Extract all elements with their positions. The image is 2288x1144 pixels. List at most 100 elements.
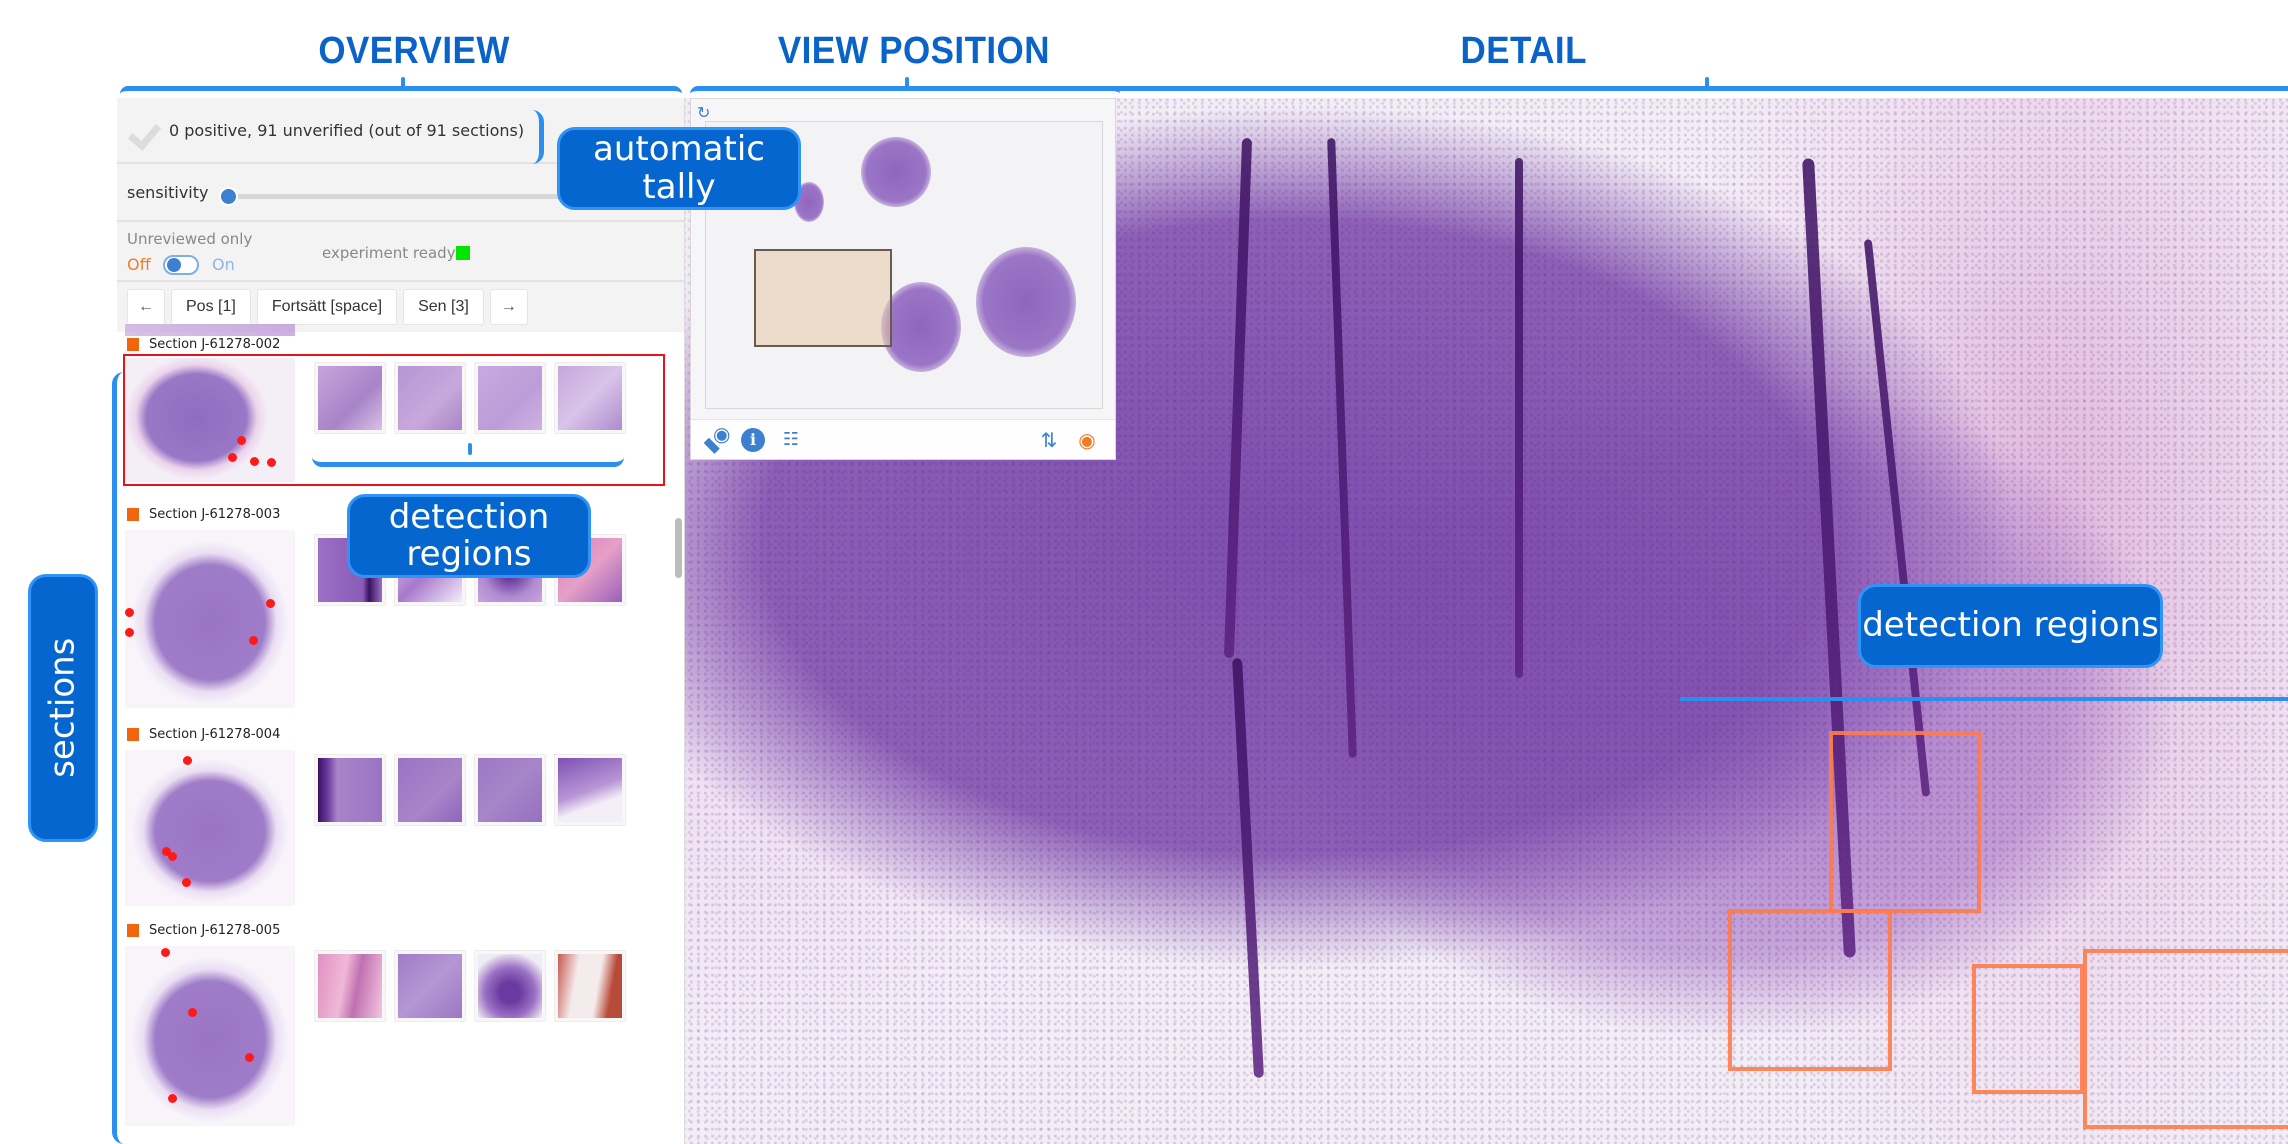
patches-brace	[312, 443, 624, 467]
next-button[interactable]: →	[489, 289, 528, 325]
overview-label: OVERVIEW	[318, 30, 510, 72]
flag-icon	[127, 923, 139, 937]
callout-text: automatic	[593, 129, 765, 170]
callout-text: detection	[388, 496, 550, 537]
detection-regions-line	[1680, 697, 2288, 701]
marker-dot	[267, 458, 276, 467]
detection-patch[interactable]	[395, 755, 465, 825]
sections-brace	[112, 372, 124, 1144]
callout-text: sections	[42, 637, 83, 779]
detection-regions-sidebar-callout: detection regions	[347, 494, 591, 578]
section-title: Section J-61278-003	[149, 506, 281, 522]
detection-patch[interactable]	[315, 755, 385, 825]
marker-dot	[182, 878, 191, 887]
marker-dot	[125, 628, 134, 637]
detection-patch[interactable]	[315, 363, 385, 433]
detection-patches	[315, 951, 625, 1021]
marker-dot	[168, 1094, 177, 1103]
continue-button[interactable]: Fortsätt [space]	[256, 289, 398, 325]
detail-label: DETAIL	[1460, 30, 1587, 72]
detection-patch[interactable]	[555, 363, 625, 433]
section-item[interactable]: Section J-61278-002	[117, 334, 677, 504]
rotate-icon[interactable]: ↻	[697, 103, 710, 122]
detection-region-box[interactable]	[1972, 964, 2084, 1094]
section-thumbnail[interactable]	[125, 530, 295, 708]
sensitivity-label: sensitivity	[127, 182, 209, 202]
callout-text: detection regions	[1862, 605, 2159, 646]
detection-patch[interactable]	[475, 755, 545, 825]
section-thumbnail[interactable]	[125, 358, 295, 482]
tissue-section	[861, 137, 931, 207]
detection-patch[interactable]	[475, 951, 545, 1021]
detection-patch[interactable]	[555, 951, 625, 1021]
section-thumbnail[interactable]	[125, 750, 295, 906]
overview-panel: 0 positive, 91 unverified (out of 91 sec…	[117, 98, 685, 1144]
section-item[interactable]: Section J-61278-005	[117, 920, 677, 1126]
marker-dot	[168, 852, 177, 861]
callout-text: tally	[642, 166, 716, 207]
detection-region-box[interactable]	[2083, 949, 2288, 1129]
later-button[interactable]: Sen [3]	[403, 289, 484, 325]
experiment-status: experiment ready	[322, 244, 470, 262]
sidebar-scrollbar[interactable]	[675, 518, 682, 578]
callout-text: regions	[406, 534, 532, 574]
detection-patch[interactable]	[315, 951, 385, 1021]
check-icon	[129, 115, 159, 145]
marker-dot	[250, 457, 259, 466]
flip-icon[interactable]: ⇅	[1037, 428, 1061, 452]
detection-regions-detail-callout: detection regions	[1858, 584, 2163, 668]
unreviewed-only-toggle[interactable]	[163, 255, 199, 275]
overview-brace	[120, 77, 682, 94]
info-icon[interactable]: i	[741, 428, 765, 452]
marker-dot	[183, 756, 192, 765]
marker-dot	[245, 1053, 254, 1062]
settings-sliders-icon[interactable]: ☷	[779, 428, 803, 452]
current-view-rectangle[interactable]	[754, 249, 892, 347]
section-title: Section J-61278-005	[149, 922, 281, 938]
view-position-label: VIEW POSITION	[777, 30, 1050, 72]
section-header: Section J-61278-005	[117, 920, 677, 940]
marker-dot	[237, 436, 246, 445]
marker-dot	[125, 608, 134, 617]
detail-brace	[1110, 77, 2288, 94]
experiment-status-text: experiment ready	[322, 244, 456, 262]
minimap-toolbar: ▮◉ i ☷ ⇅ ◉	[691, 419, 1115, 459]
visibility-icon[interactable]: ◉	[1075, 428, 1099, 452]
automatic-tally-callout: automatic tally	[557, 127, 801, 210]
toggle-on-label[interactable]: On	[212, 255, 235, 274]
detection-patch[interactable]	[555, 755, 625, 825]
marker-dot	[188, 1008, 197, 1017]
tally-brace	[530, 110, 544, 164]
toggle-off-label[interactable]: Off	[127, 255, 151, 274]
prev-button[interactable]: ←	[127, 289, 165, 325]
section-list: Section J-61278-002 Section J-61278-003	[117, 334, 677, 1126]
tissue-section	[881, 282, 961, 372]
sections-callout: sections	[28, 574, 98, 842]
flag-icon	[127, 507, 139, 521]
detection-region-box[interactable]	[1728, 909, 1892, 1071]
flag-icon	[127, 337, 139, 351]
tissue-section	[976, 247, 1076, 357]
detection-region-box[interactable]	[1829, 731, 1981, 913]
section-title: Section J-61278-004	[149, 726, 281, 742]
view-position-brace	[690, 77, 1120, 94]
marker-dot	[249, 636, 258, 645]
unreviewed-only-label: Unreviewed only	[127, 230, 253, 248]
tissue-fold	[1515, 158, 1523, 678]
slide-label-icon[interactable]: ▮◉	[698, 420, 735, 457]
detection-patches	[315, 363, 625, 433]
marker-dot	[266, 599, 275, 608]
detection-patch[interactable]	[395, 951, 465, 1021]
positive-button[interactable]: Pos [1]	[171, 289, 251, 325]
detection-patch[interactable]	[395, 363, 465, 433]
flag-icon	[127, 727, 139, 741]
filters-row: Unreviewed only Off On experiment ready	[117, 222, 684, 282]
section-item[interactable]: Section J-61278-004	[117, 724, 677, 920]
tally-text: 0 positive, 91 unverified (out of 91 sec…	[169, 120, 525, 140]
marker-dot	[228, 453, 237, 462]
detection-patch[interactable]	[475, 363, 545, 433]
marker-dot	[161, 948, 170, 957]
sensitivity-slider-thumb[interactable]	[219, 187, 238, 206]
section-thumbnail[interactable]	[125, 946, 295, 1126]
section-title: Section J-61278-002	[149, 336, 281, 352]
